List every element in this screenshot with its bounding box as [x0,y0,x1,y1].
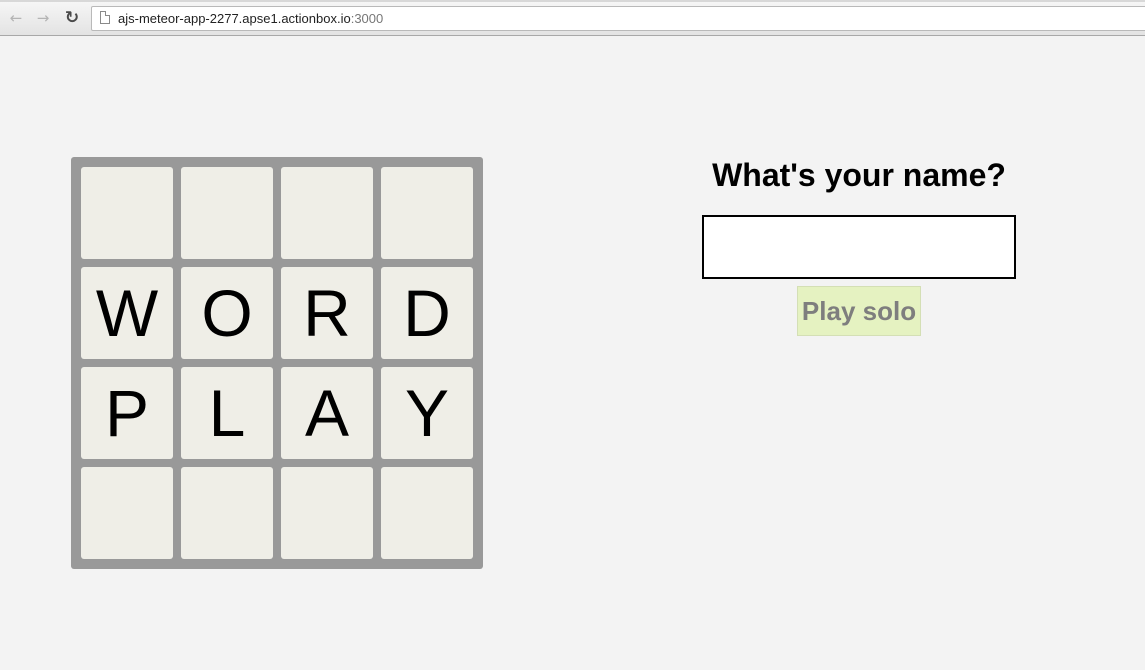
tile[interactable] [381,167,473,259]
reload-icon: ↻ [64,8,80,28]
tile[interactable]: P [81,367,173,459]
tile[interactable] [81,167,173,259]
tile[interactable]: Y [381,367,473,459]
tile[interactable]: R [281,267,373,359]
tile[interactable]: O [181,267,273,359]
letter-board: W O R D P L A Y [71,157,483,569]
tile[interactable] [181,467,273,559]
address-bar[interactable]: ajs-meteor-app-2277.apse1.actionbox.io:3… [91,6,1145,31]
tile[interactable] [281,167,373,259]
forward-button[interactable]: → [33,7,53,29]
tile[interactable] [281,467,373,559]
page-icon [100,11,110,24]
url-host: ajs-meteor-app-2277.apse1.actionbox.io [118,11,351,26]
back-button[interactable]: ← [6,7,26,29]
play-solo-button[interactable]: Play solo [797,286,921,336]
arrow-right-icon: → [36,9,50,27]
tile[interactable] [81,467,173,559]
tile[interactable] [181,167,273,259]
tile[interactable]: L [181,367,273,459]
tab-strip-edge [0,0,1145,2]
tile[interactable] [381,467,473,559]
browser-toolbar: ← → ↻ ajs-meteor-app-2277.apse1.actionbo… [0,0,1145,36]
reload-button[interactable]: ↻ [62,7,82,29]
url-text[interactable]: ajs-meteor-app-2277.apse1.actionbox.io:3… [118,11,383,26]
arrow-left-icon: ← [9,9,23,27]
tile[interactable]: A [281,367,373,459]
name-prompt-heading: What's your name? [712,157,1006,193]
url-port: :3000 [350,11,384,26]
tile[interactable]: W [81,267,173,359]
tile[interactable]: D [381,267,473,359]
name-input[interactable] [702,215,1016,279]
